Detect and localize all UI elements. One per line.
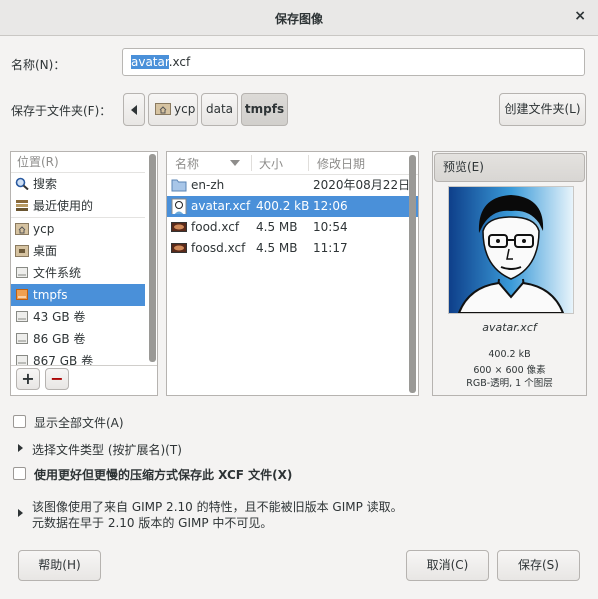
- place-label: 43 GB 卷: [33, 310, 86, 324]
- save-button[interactable]: 保存(S): [497, 550, 580, 581]
- preview-color-mode: RGB-透明, 1 个图层: [466, 378, 553, 389]
- file-list-scrollbar[interactable]: [409, 155, 416, 393]
- recent-icon: [16, 200, 28, 211]
- path-back-button[interactable]: [123, 93, 145, 126]
- place-label: 86 GB 卷: [33, 332, 86, 346]
- column-name[interactable]: 名称: [175, 155, 199, 172]
- save-in-folder-label: 保存于文件夹(F)：: [11, 104, 112, 118]
- place-desktop[interactable]: 桌面: [11, 240, 145, 262]
- cancel-button[interactable]: 取消(C): [406, 550, 489, 581]
- image-thumb-icon: [171, 222, 187, 232]
- file-modified: 11:17: [313, 241, 348, 255]
- select-file-type-expander[interactable]: 选择文件类型 (按扩展名)(T): [32, 441, 182, 458]
- places-footer-divider: [11, 365, 157, 366]
- avatar-portrait-image: [449, 187, 573, 313]
- file-modified: 2020年08月22日: [313, 178, 411, 192]
- place-volume-867gb[interactable]: 867 GB 卷: [11, 350, 145, 365]
- compat-notice-line2: 元数据在早于 2.10 版本的 GIMP 中不可见。: [32, 516, 273, 530]
- home-folder-icon: [15, 223, 29, 235]
- place-search[interactable]: 搜索: [11, 173, 145, 195]
- chevron-left-icon: [131, 105, 137, 115]
- place-label: tmpfs: [33, 288, 68, 302]
- preview-filename: avatar.xcf: [482, 321, 537, 334]
- drive-icon: [16, 333, 28, 344]
- drive-icon: [16, 311, 28, 322]
- preview-panel: 预览(E) avatar.xcf 400.2 kB 600 × 600 像素 R…: [432, 151, 587, 396]
- folder-icon: [171, 179, 187, 192]
- preview-thumbnail: [448, 186, 574, 314]
- place-label: 最近使用的: [33, 199, 94, 213]
- file-row-foosd[interactable]: foosd.xcf 4.5 MB 11:17: [167, 238, 418, 259]
- preview-size: 400.2 kB: [488, 349, 531, 360]
- drive-icon: [16, 267, 28, 278]
- image-thumb-icon: [171, 243, 187, 253]
- file-list: 名称 大小 修改日期 en-zh 2020年08月22日 avatar.xcf …: [166, 151, 419, 396]
- search-icon: [15, 177, 29, 190]
- path-crumb-tmpfs[interactable]: tmpfs: [241, 93, 288, 126]
- file-list-header: 名称 大小 修改日期: [167, 152, 418, 175]
- file-modified: 10:54: [313, 220, 348, 234]
- show-all-files-label: 显示全部文件(A): [34, 416, 124, 430]
- place-volume-86gb[interactable]: 86 GB 卷: [11, 328, 145, 350]
- places-panel: 位置(R) 搜索 最近使用的 ycp 桌面 文件系统 tmpfs 43 GB 卷…: [10, 151, 158, 396]
- path-crumb-label: ycp: [174, 102, 196, 116]
- place-recent[interactable]: 最近使用的: [11, 195, 145, 217]
- place-ycp[interactable]: ycp: [11, 218, 145, 240]
- column-separator: [251, 155, 252, 171]
- file-row-avatar[interactable]: avatar.xcf 400.2 kB 12:06: [167, 196, 418, 217]
- title-bar: 保存图像 ×: [0, 0, 598, 36]
- file-size: 4.5 MB: [256, 241, 298, 255]
- filename-input[interactable]: avatar.xcf: [122, 48, 585, 76]
- file-size: 4.5 MB: [256, 220, 298, 234]
- file-name: foosd.xcf: [191, 241, 246, 255]
- places-header[interactable]: 位置(R): [11, 152, 145, 173]
- expander-arrow-icon[interactable]: [18, 509, 23, 517]
- place-label: 867 GB 卷: [33, 354, 94, 365]
- places-scrollbar[interactable]: [149, 154, 156, 362]
- remove-place-button[interactable]: −: [45, 368, 69, 390]
- file-modified: 12:06: [313, 199, 348, 213]
- place-label: ycp: [33, 222, 55, 236]
- filename-selected-text: avatar: [131, 55, 169, 69]
- path-crumb-data[interactable]: data: [201, 93, 238, 126]
- column-size[interactable]: 大小: [259, 155, 283, 172]
- window-title: 保存图像: [274, 12, 323, 26]
- home-folder-icon: [155, 103, 171, 115]
- column-modified[interactable]: 修改日期: [317, 155, 365, 172]
- compat-notice-line1: 该图像使用了来自 GIMP 2.10 的特性，且不能被旧版本 GIMP 读取。: [32, 500, 403, 514]
- file-name: en-zh: [191, 178, 225, 192]
- close-icon[interactable]: ×: [574, 8, 586, 24]
- drive-icon: [16, 289, 28, 300]
- expander-arrow-icon[interactable]: [18, 444, 23, 452]
- drive-icon: [16, 355, 28, 365]
- better-compression-checkbox[interactable]: [13, 467, 26, 480]
- file-name: food.xcf: [191, 220, 240, 234]
- help-button[interactable]: 帮助(H): [18, 550, 101, 581]
- image-thumb-icon: [171, 198, 187, 214]
- desktop-folder-icon: [15, 245, 29, 257]
- preview-toggle-button[interactable]: 预览(E): [434, 153, 585, 182]
- show-all-files-checkbox[interactable]: [13, 415, 26, 428]
- file-size: 400.2 kB: [256, 199, 310, 213]
- better-compression-label: 使用更好但更慢的压缩方式保存此 XCF 文件(X): [34, 468, 293, 482]
- sort-descending-icon: [230, 160, 240, 166]
- path-crumb-ycp[interactable]: ycp: [148, 93, 198, 126]
- filename-extension: .xcf: [168, 55, 191, 69]
- create-folder-button[interactable]: 创建文件夹(L): [499, 93, 586, 126]
- place-label: 桌面: [33, 244, 58, 258]
- file-row-food[interactable]: food.xcf 4.5 MB 10:54: [167, 217, 418, 238]
- place-tmpfs[interactable]: tmpfs: [11, 284, 145, 306]
- place-volume-43gb[interactable]: 43 GB 卷: [11, 306, 145, 328]
- place-filesystem[interactable]: 文件系统: [11, 262, 145, 284]
- column-separator: [308, 155, 309, 171]
- add-place-button[interactable]: +: [16, 368, 40, 390]
- place-label: 文件系统: [33, 266, 82, 280]
- place-label: 搜索: [33, 177, 58, 191]
- file-row-en-zh[interactable]: en-zh 2020年08月22日: [167, 175, 418, 196]
- name-label: 名称(N)：: [11, 58, 66, 72]
- file-name: avatar.xcf: [191, 199, 251, 213]
- preview-dimensions: 600 × 600 像素: [473, 365, 546, 376]
